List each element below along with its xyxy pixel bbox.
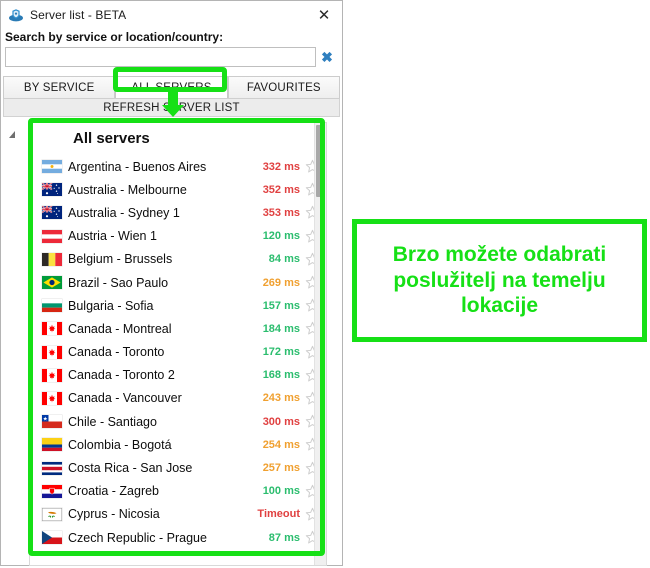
server-row[interactable]: Argentina - Buenos Aires 332 ms xyxy=(30,155,326,178)
server-list-panel: All servers Argentina - Buenos Aires 332 … xyxy=(29,122,327,566)
close-icon[interactable]: ✕ xyxy=(314,5,334,25)
server-row[interactable]: Canada - Toronto 172 ms xyxy=(30,341,326,364)
server-ping: 168 ms xyxy=(262,369,300,382)
server-name: Costa Rica - San Jose xyxy=(68,461,193,476)
clear-search-icon[interactable]: ✖ xyxy=(316,50,338,64)
server-ping: 269 ms xyxy=(262,276,300,289)
server-row[interactable]: Croatia - Zagreb 100 ms xyxy=(30,480,326,503)
belgium-flag xyxy=(42,252,62,266)
search-input[interactable] xyxy=(5,47,316,67)
tab-favourites[interactable]: FAVOURITES xyxy=(227,76,340,98)
vpn-shield-icon xyxy=(9,8,23,21)
window-title: Server list - BETA xyxy=(30,7,127,22)
cyprus-flag xyxy=(41,507,63,522)
canada-flag xyxy=(42,345,62,359)
australia-flag xyxy=(41,182,62,197)
server-row[interactable]: Czech Republic - Prague 87 ms xyxy=(30,526,326,549)
server-row[interactable]: Australia - Sydney 1 353 ms xyxy=(30,201,326,224)
server-name: Canada - Toronto 2 xyxy=(68,368,175,383)
server-name: Chile - Santiago xyxy=(68,414,157,429)
server-name: Brazil - Sao Paulo xyxy=(68,275,169,290)
server-row[interactable]: Canada - Vancouver 243 ms xyxy=(30,387,326,410)
list-heading: All servers xyxy=(73,130,150,147)
server-ping: 172 ms xyxy=(262,346,300,359)
server-name: Bulgaria - Sofia xyxy=(68,298,154,313)
annotation-callout: Brzo možete odabrati poslužitelj na teme… xyxy=(352,219,647,342)
czechia-flag xyxy=(42,531,62,545)
server-ping: 352 ms xyxy=(262,183,300,196)
search-label: Search by service or location/country: xyxy=(5,30,224,44)
server-name: Belgium - Brussels xyxy=(68,252,173,267)
server-name: Cyprus - Nicosia xyxy=(68,507,160,522)
server-ping: 100 ms xyxy=(262,485,300,498)
title-bar: Server list - BETA ✕ xyxy=(1,1,342,28)
server-name: Canada - Vancouver xyxy=(68,391,182,406)
brazil-flag xyxy=(42,276,62,290)
server-ping: 184 ms xyxy=(262,322,300,335)
server-list-window: Server list - BETA ✕ Search by service o… xyxy=(0,0,343,566)
server-ping: 257 ms xyxy=(262,462,300,475)
server-name: Austria - Wien 1 xyxy=(68,229,157,244)
canada-flag xyxy=(42,322,62,336)
server-ping: 353 ms xyxy=(262,206,300,219)
server-name: Canada - Toronto xyxy=(68,345,165,360)
austria-flag xyxy=(42,229,62,243)
server-name: Colombia - Bogotá xyxy=(68,437,172,452)
server-rows: Argentina - Buenos Aires 332 ms Australia… xyxy=(30,155,326,549)
server-row[interactable]: Chile - Santiago 300 ms xyxy=(30,410,326,433)
server-row[interactable]: Bulgaria - Sofia 157 ms xyxy=(30,294,326,317)
server-row[interactable]: Colombia - Bogotá 254 ms xyxy=(30,433,326,456)
scrollbar-thumb[interactable] xyxy=(316,125,325,197)
screenshot-root: Server list - BETA ✕ Search by service o… xyxy=(0,0,650,568)
server-row[interactable]: Austria - Wien 1 120 ms xyxy=(30,225,326,248)
server-name: Canada - Montreal xyxy=(68,321,172,336)
server-row[interactable]: Canada - Montreal 184 ms xyxy=(30,317,326,340)
server-row[interactable]: Cyprus - Nicosia Timeout xyxy=(30,503,326,526)
costarica-flag xyxy=(42,461,62,475)
server-ping: 157 ms xyxy=(262,299,300,312)
search-row: ✖ xyxy=(1,47,342,67)
bulgaria-flag xyxy=(42,299,62,313)
refresh-server-list-button[interactable]: REFRESH SERVER LIST xyxy=(3,99,340,117)
server-row[interactable]: Australia - Melbourne 352 ms xyxy=(30,178,326,201)
server-row[interactable]: Brazil - Sao Paulo 269 ms xyxy=(30,271,326,294)
server-name: Australia - Sydney 1 xyxy=(68,205,180,220)
server-row[interactable]: Costa Rica - San Jose 257 ms xyxy=(30,456,326,479)
server-row[interactable]: Canada - Toronto 2 168 ms xyxy=(30,364,326,387)
list-scrollbar[interactable] xyxy=(314,123,326,565)
server-ping: 332 ms xyxy=(262,160,300,173)
server-row[interactable]: Belgium - Brussels 84 ms xyxy=(30,248,326,271)
scroll-up-arrow-icon[interactable] xyxy=(9,131,15,138)
server-ping: 87 ms xyxy=(268,531,300,544)
australia-flag xyxy=(41,205,62,220)
chile-flag xyxy=(42,415,62,429)
server-ping: Timeout xyxy=(257,508,300,521)
server-ping: 300 ms xyxy=(262,415,300,428)
croatia-flag xyxy=(42,484,62,498)
server-name: Australia - Melbourne xyxy=(68,182,187,197)
server-ping: 120 ms xyxy=(262,230,300,243)
server-ping: 243 ms xyxy=(262,392,300,405)
argentina-flag xyxy=(42,160,62,174)
annotation-text: Brzo možete odabrati poslužitelj na teme… xyxy=(392,243,607,318)
server-ping: 84 ms xyxy=(268,253,300,266)
server-ping: 254 ms xyxy=(262,438,300,451)
tab-bar: BY SERVICE ALL SERVERS FAVOURITES xyxy=(3,76,340,99)
server-name: Czech Republic - Prague xyxy=(68,530,207,545)
server-name: Croatia - Zagreb xyxy=(68,484,160,499)
tab-all-servers[interactable]: ALL SERVERS xyxy=(115,76,228,98)
canada-flag xyxy=(42,368,62,382)
tab-by-service[interactable]: BY SERVICE xyxy=(3,76,116,98)
server-list-area: All servers Argentina - Buenos Aires 332 … xyxy=(3,122,340,566)
server-name: Argentina - Buenos Aires xyxy=(68,159,207,174)
colombia-flag xyxy=(42,438,62,452)
canada-flag xyxy=(42,391,62,405)
